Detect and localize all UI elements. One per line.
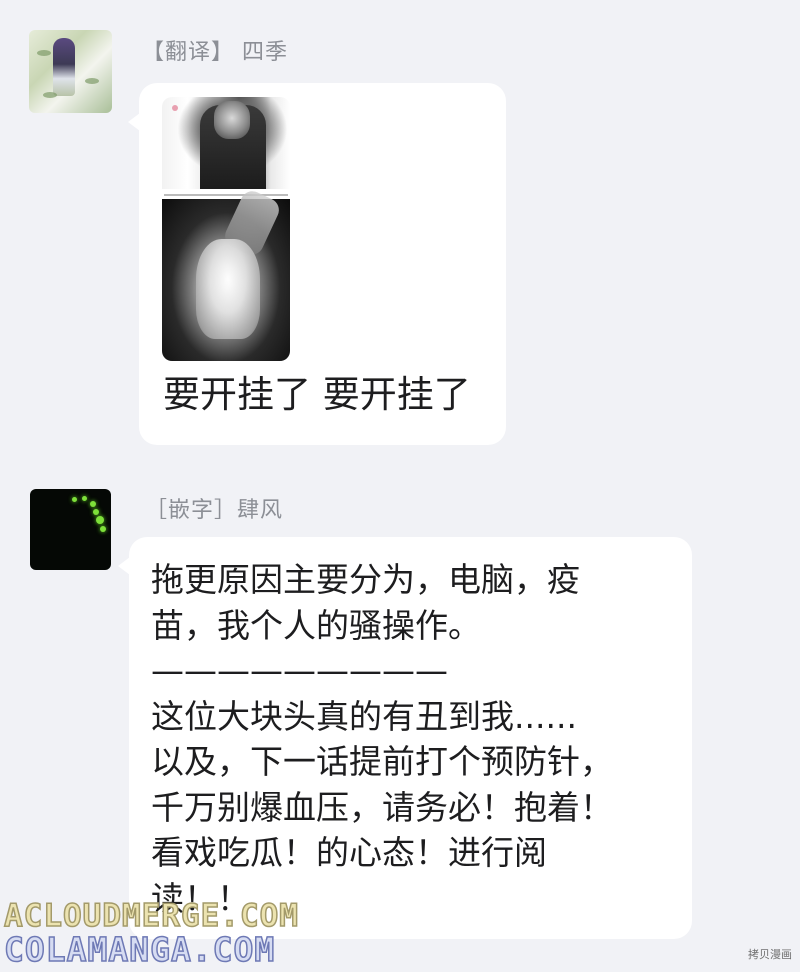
panel-hand (196, 239, 260, 339)
avatar-leaf (85, 78, 99, 84)
panel-figure-face (214, 101, 250, 139)
bubble-tail (128, 113, 140, 131)
sender-avatar[interactable] (29, 30, 112, 113)
manga-panel-top (162, 97, 290, 189)
sender-name: 【翻译】 四季 (142, 40, 288, 65)
message-line: 看戏吃瓜！的心态！进行阅 (151, 833, 547, 872)
manga-panel-bottom (162, 187, 290, 361)
avatar-dot (72, 497, 77, 502)
avatar-dot (100, 526, 106, 532)
message-bubble[interactable]: 拖更原因主要分为，电脑，疫 苗，我个人的骚操作。 ————————— 这位大块头… (118, 537, 692, 939)
sender-name: ［嵌字］肆风 (145, 498, 284, 523)
message-bubble[interactable]: 要开挂了 要开挂了 (128, 83, 506, 445)
avatar-figure (53, 38, 75, 96)
avatar-leaf (43, 92, 57, 98)
manga-image[interactable] (162, 97, 290, 361)
sender-avatar[interactable] (30, 489, 111, 570)
avatar-leaf (37, 50, 51, 56)
avatar-dot (82, 496, 87, 501)
panel-mark (172, 105, 178, 111)
message-line: 这位大块头真的有丑到我...... (151, 696, 577, 736)
message-text: 要开挂了 要开挂了 (163, 373, 471, 416)
watermark-acloudmerge: ACLOUDMERGE.COM (3, 897, 299, 935)
message-line: 拖更原因主要分为，电脑，疫 (151, 560, 580, 599)
avatar-dot (90, 501, 96, 507)
message-line: 千万别爆血压，请务必！抱着！ (151, 787, 613, 827)
corner-watermark: 拷贝漫画 (748, 948, 792, 961)
message-line: ————————— (151, 651, 448, 690)
message-text: 拖更原因主要分为，电脑，疫 苗，我个人的骚操作。 ————————— 这位大块头… (151, 557, 676, 921)
message-line: 苗，我个人的骚操作。 (151, 605, 481, 645)
message-line: 以及，下一话提前打个预防针， (151, 742, 613, 781)
bubble-tail (118, 557, 130, 575)
watermark-colamanga: COLAMANGA.COM (3, 929, 276, 970)
avatar-dot (96, 516, 104, 524)
avatar-dot (93, 509, 99, 515)
